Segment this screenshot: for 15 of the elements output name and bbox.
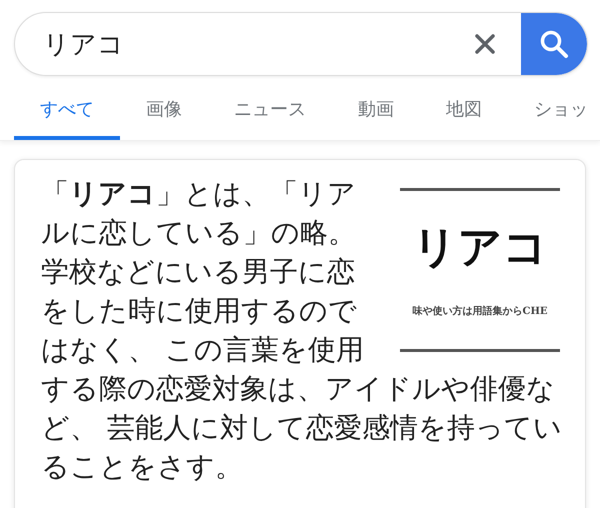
tab[interactable]: ショッ [508,98,600,140]
definition-text: 「リアコ」とは、「リアルに恋している」の略。学校などにいる男子に恋をした時に使用するのではなく、 この言葉を使用 [41,176,365,368]
search-icon [538,28,570,60]
tab[interactable]: 動画 [332,98,420,140]
search-button[interactable] [521,13,587,75]
thumbnail-image[interactable]: リアコ 味や使い方は用語集からCHE [398,188,562,352]
tab[interactable]: 画像 [120,98,208,140]
tab[interactable]: 地図 [420,98,508,140]
tab[interactable]: ニュース [208,98,332,140]
tab[interactable]: すべて [14,98,120,140]
search-field[interactable]: リアコ [14,12,588,76]
definition-text: する際の恋愛対象は、アイドルや俳優など、 芸能人に対して恋愛感情を持っていることをさす。 [41,371,563,485]
query-text: リアコ [43,28,124,62]
thumbnail-caption: 味や使い方は用語集からCHE [412,304,548,318]
thumbnail-title: リアコ [412,222,548,274]
